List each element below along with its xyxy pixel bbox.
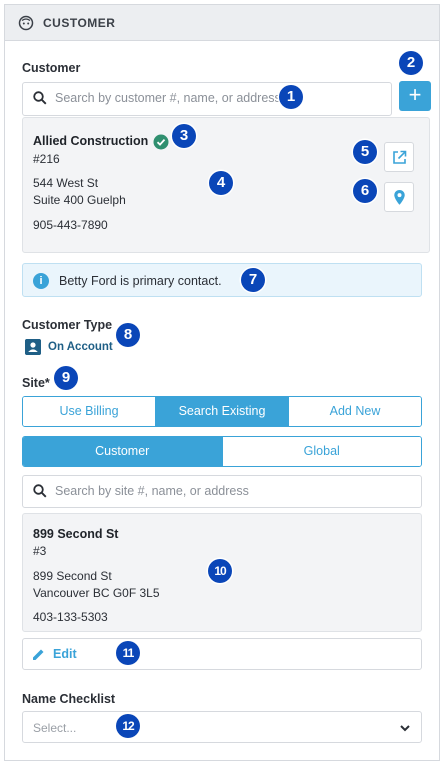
callout-badge-5: 5 (353, 140, 377, 164)
site-scope-customer[interactable]: Customer (23, 437, 223, 466)
site-search-input[interactable]: Search by site #, name, or address (22, 475, 422, 508)
site-label: Site* (22, 376, 50, 390)
site-mode-add-new[interactable]: Add New (289, 397, 421, 426)
site-phone: 403-133-5303 (33, 610, 108, 624)
callout-badge-9: 9 (54, 366, 78, 390)
external-link-icon (393, 150, 407, 164)
callout-badge-12: 12 (116, 714, 140, 738)
callout-badge-7: 7 (241, 268, 265, 292)
callout-badge-2: 2 (399, 51, 423, 75)
site-scope-segmented: Customer Global (22, 436, 422, 467)
info-icon: i (33, 273, 49, 289)
account-card-icon (25, 339, 41, 355)
add-customer-button[interactable]: + (399, 81, 431, 111)
customer-address-line2: Suite 400 Guelph (33, 193, 126, 207)
customer-number: #216 (33, 152, 60, 166)
name-checklist-label: Name Checklist (22, 692, 116, 706)
open-customer-button[interactable] (384, 142, 414, 172)
primary-contact-text: Betty Ford is primary contact. (59, 274, 222, 288)
site-mode-segmented: Use Billing Search Existing Add New (22, 396, 422, 427)
customer-label: Customer (22, 61, 81, 75)
customer-type-label: Customer Type (22, 318, 113, 332)
edit-site-label: Edit (53, 647, 77, 661)
panel-header: CUSTOMER (5, 5, 439, 41)
customer-address-line1: 544 West St (33, 176, 99, 190)
callout-badge-8: 8 (116, 323, 140, 347)
primary-contact-info: i Betty Ford is primary contact. (22, 263, 422, 297)
map-pin-icon (394, 190, 405, 205)
site-scope-global[interactable]: Global (222, 437, 421, 466)
callout-badge-11: 11 (116, 641, 140, 665)
verified-check-icon (153, 134, 169, 150)
customer-search-input[interactable]: Search by customer #, name, or address (22, 82, 392, 116)
face-icon (18, 15, 34, 31)
site-name: 899 Second St (33, 527, 119, 541)
callout-badge-10: 10 (208, 559, 232, 583)
name-checklist-select[interactable]: Select... (22, 711, 422, 743)
site-number: #3 (33, 544, 47, 558)
customer-name: Allied Construction (33, 134, 149, 148)
pencil-icon (33, 649, 44, 660)
panel-title: CUSTOMER (43, 16, 116, 30)
customer-type-text: On Account (48, 341, 113, 353)
chevron-down-icon (400, 725, 410, 732)
map-location-button[interactable] (384, 182, 414, 212)
search-icon (33, 91, 47, 105)
customer-phone: 905-443-7890 (33, 218, 108, 232)
callout-badge-3: 3 (172, 124, 196, 148)
site-mode-search-existing[interactable]: Search Existing (156, 397, 289, 426)
callout-badge-6: 6 (353, 179, 377, 203)
callout-badge-1: 1 (279, 85, 303, 109)
site-address-line2: Vancouver BC G0F 3L5 (33, 586, 160, 600)
callout-badge-4: 4 (209, 171, 233, 195)
search-icon (33, 484, 47, 498)
site-address-line1: 899 Second St (33, 569, 112, 583)
edit-site-button[interactable]: Edit (22, 638, 422, 670)
customer-search-placeholder: Search by customer #, name, or address (55, 91, 281, 105)
site-search-placeholder: Search by site #, name, or address (55, 484, 249, 498)
site-mode-use-billing[interactable]: Use Billing (23, 397, 156, 426)
name-checklist-placeholder: Select... (33, 721, 77, 735)
